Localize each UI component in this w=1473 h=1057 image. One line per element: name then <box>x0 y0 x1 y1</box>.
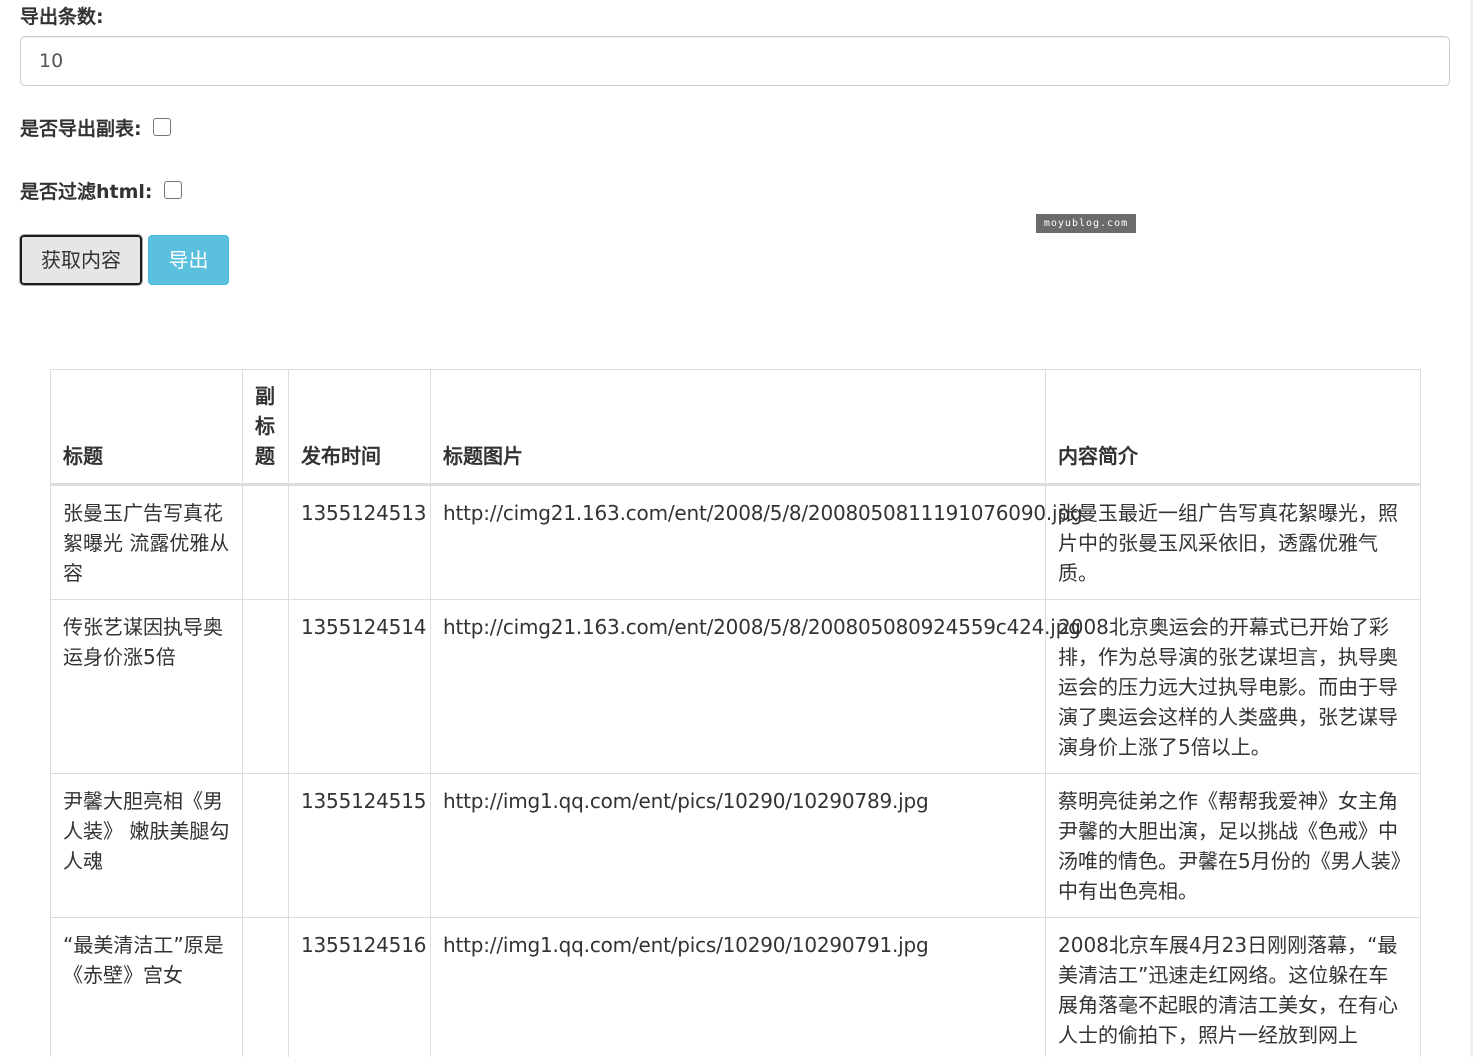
cell-subtitle <box>242 917 289 1057</box>
header-subtitle: 副标题 <box>242 369 289 486</box>
cell-publish-time: 1355124514 <box>288 599 431 774</box>
header-summary: 内容简介 <box>1045 369 1421 486</box>
cell-subtitle <box>242 773 289 918</box>
count-label: 导出条数: <box>20 6 104 28</box>
cell-summary: 2008北京奥运会的开幕式已开始了彩排，作为总导演的张艺谋坦言，执导奥运会的压力… <box>1045 599 1421 774</box>
header-title-image: 标题图片 <box>430 369 1046 486</box>
cell-title: 尹馨大胆亮相《男人装》 嫩肤美腿勾人魂 <box>50 773 243 918</box>
fetch-content-button[interactable]: 获取内容 <box>19 234 143 286</box>
cell-summary: 2008北京车展4月23日刚刚落幕，“最美清洁工”迅速走红网络。这位躲在车展角落… <box>1045 917 1421 1057</box>
table-row: “最美清洁工”原是《赤壁》宫女 1355124516 http://img1.q… <box>50 917 1421 1057</box>
cell-title-image: http://cimg21.163.com/ent/2008/5/8/20080… <box>430 484 1083 600</box>
table-row: 尹馨大胆亮相《男人装》 嫩肤美腿勾人魂 1355124515 http://im… <box>50 773 1421 918</box>
cell-title-image: http://img1.qq.com/ent/pics/10290/102907… <box>430 917 1046 1057</box>
header-title: 标题 <box>50 369 243 486</box>
cell-title-image: http://cimg21.163.com/ent/2008/5/8/20080… <box>430 599 1081 774</box>
cell-subtitle <box>242 484 289 600</box>
cell-subtitle <box>242 599 289 774</box>
table-row: 张曼玉广告写真花絮曝光 流露优雅从容 1355124513 http://cim… <box>50 484 1421 600</box>
cell-summary: 蔡明亮徒弟之作《帮帮我爱神》女主角尹馨的大胆出演，足以挑战《色戒》中汤唯的情色。… <box>1045 773 1421 918</box>
export-subtable-row: 是否导出副表: <box>20 114 171 141</box>
watermark-logo: moyublog.com <box>1036 214 1136 233</box>
cell-title-image: http://img1.qq.com/ent/pics/10290/102907… <box>430 773 1046 918</box>
table-header-row: 标题 副标题 发布时间 标题图片 内容简介 <box>50 369 1421 486</box>
export-button[interactable]: 导出 <box>148 235 229 285</box>
export-subtable-checkbox[interactable] <box>152 117 171 136</box>
filter-html-label: 是否过滤html: <box>20 181 153 203</box>
cell-publish-time: 1355124513 <box>288 484 431 600</box>
content-table: 标题 副标题 发布时间 标题图片 内容简介 张曼玉广告写真花絮曝光 流露优雅从容… <box>50 369 1421 1057</box>
cell-publish-time: 1355124515 <box>288 773 431 918</box>
filter-html-checkbox[interactable] <box>163 180 182 199</box>
export-subtable-label: 是否导出副表: <box>20 118 142 140</box>
filter-html-row: 是否过滤html: <box>20 177 182 204</box>
page: 导出条数: 10 是否导出副表: 是否过滤html: 获取内容 导出 moyub… <box>0 0 1473 1057</box>
header-publish-time: 发布时间 <box>288 369 431 486</box>
cell-summary: 张曼玉最近一组广告写真花絮曝光，照片中的张曼玉风采依旧，透露优雅气质。 <box>1045 484 1421 600</box>
cell-publish-time: 1355124516 <box>288 917 431 1057</box>
table-row: 传张艺谋因执导奥运身价涨5倍 1355124514 http://cimg21.… <box>50 599 1421 774</box>
count-input[interactable]: 10 <box>20 36 1450 86</box>
cell-title: 张曼玉广告写真花絮曝光 流露优雅从容 <box>50 484 243 600</box>
cell-title: 传张艺谋因执导奥运身价涨5倍 <box>50 599 243 774</box>
cell-title: “最美清洁工”原是《赤壁》宫女 <box>50 917 243 1057</box>
